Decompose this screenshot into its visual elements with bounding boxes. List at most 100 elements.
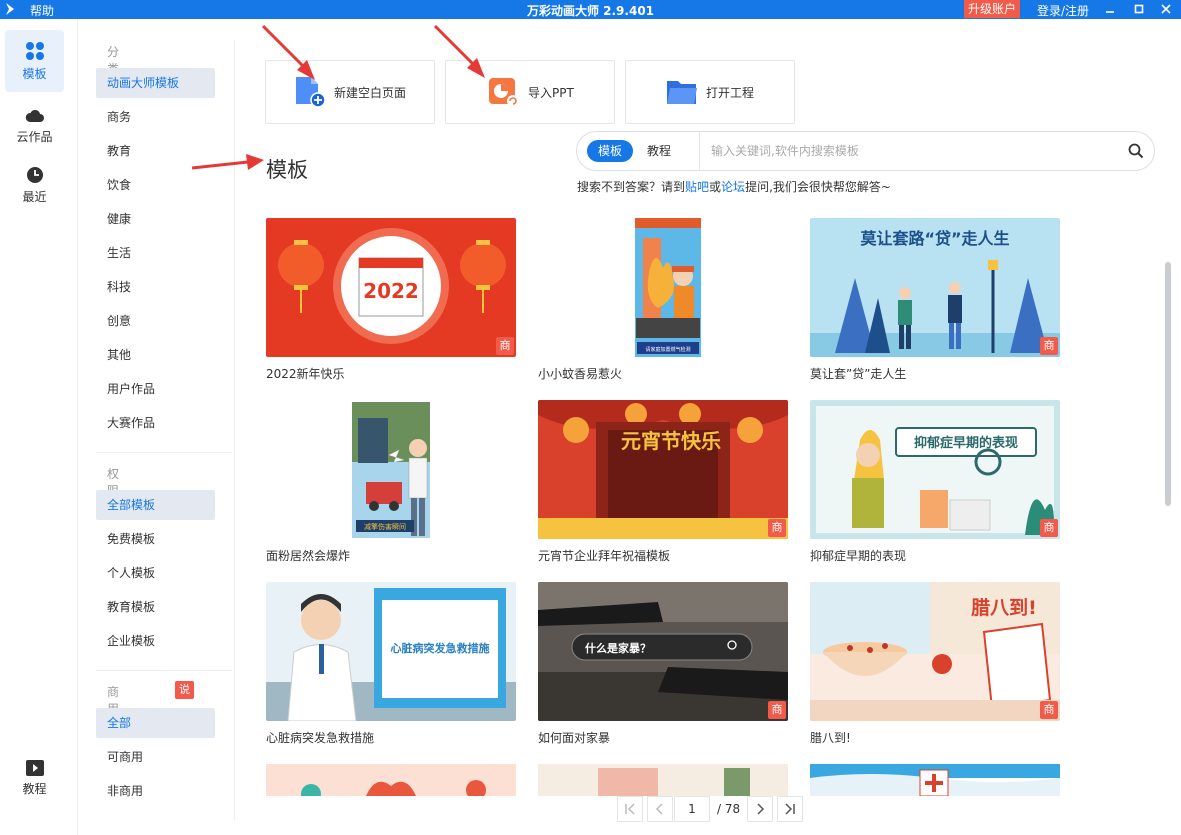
- clock-icon: [26, 166, 43, 183]
- new-blank-page-button[interactable]: 新建空白页面: [265, 60, 435, 124]
- category-item[interactable]: 用户作品: [96, 374, 215, 404]
- app-logo-icon: [6, 3, 14, 15]
- permission-item[interactable]: 免费模板: [96, 524, 215, 554]
- forum-link[interactable]: 论坛: [721, 180, 745, 194]
- template-card[interactable]: 什么是家暴？ 商 如何面对家暴: [538, 582, 788, 746]
- video-icon: [25, 759, 44, 776]
- search-bar: 模板 教程: [576, 131, 1155, 171]
- search-tab-tutorials[interactable]: 教程: [647, 140, 671, 162]
- new-document-icon: [296, 77, 326, 108]
- template-name: 面粉居然会爆炸: [266, 549, 351, 563]
- search-tab-templates[interactable]: 模板: [587, 140, 633, 162]
- template-thumbnail[interactable]: [810, 764, 1060, 796]
- help-menu[interactable]: 帮助: [30, 2, 54, 19]
- import-ppt-button[interactable]: 导入PPT: [445, 60, 615, 124]
- divider: [96, 670, 232, 671]
- commercial-item[interactable]: 全部: [96, 708, 215, 738]
- template-thumbnail[interactable]: 抑郁症早期的表现 商: [810, 400, 1060, 539]
- nav-cloud-works[interactable]: 云作品: [5, 95, 64, 157]
- template-card[interactable]: [266, 764, 516, 796]
- login-register-link[interactable]: 登录/注册: [1037, 2, 1089, 19]
- explain-badge[interactable]: 说明: [175, 681, 194, 714]
- upgrade-account-button[interactable]: 升级账户: [964, 0, 1021, 18]
- commercial-badge: 商: [768, 519, 786, 537]
- category-item[interactable]: 生活: [96, 238, 215, 268]
- category-item[interactable]: 教育: [96, 136, 215, 166]
- import-ppt-label: 导入PPT: [528, 85, 574, 100]
- template-name: 2022新年快乐: [266, 367, 345, 381]
- first-page-button[interactable]: [617, 796, 643, 822]
- template-thumbnail[interactable]: [266, 764, 516, 796]
- template-thumbnail[interactable]: 腊八到! 商: [810, 582, 1060, 721]
- template-card[interactable]: 莫让套路“贷”走人生 商 莫让套”贷”走人生: [810, 218, 1060, 382]
- category-item[interactable]: 其他: [96, 340, 215, 370]
- divider: [96, 452, 232, 453]
- left-nav: 模板 云作品 最近 教程: [0, 19, 78, 835]
- template-name: 心脏病突发急救措施: [266, 731, 375, 745]
- ppt-icon: [489, 78, 519, 107]
- thumb-title: 减擎伤害瞬间: [364, 522, 406, 531]
- thumb-title: 心脏病突发急救措施: [391, 641, 490, 655]
- permission-item[interactable]: 企业模板: [96, 626, 215, 656]
- template-card[interactable]: 元宵节快乐 商 元宵节企业拜年祝福模板: [538, 400, 788, 564]
- template-thumbnail[interactable]: 请家庭加置燃气检测: [538, 218, 788, 357]
- template-card[interactable]: [810, 764, 1060, 796]
- template-thumbnail[interactable]: 2022 商: [266, 218, 516, 357]
- template-thumbnail[interactable]: 什么是家暴？ 商: [538, 582, 788, 721]
- template-card[interactable]: 请家庭加置燃气检测 小小蚊香易惹火: [538, 218, 788, 382]
- template-thumbnail[interactable]: [538, 764, 788, 796]
- scrollbar-thumb[interactable]: [1165, 262, 1171, 506]
- commercial-item[interactable]: 非商用: [96, 776, 215, 806]
- folder-icon: [667, 81, 697, 104]
- nav-tutorial[interactable]: 教程: [5, 747, 64, 809]
- thumb-title: 腊八到!: [970, 597, 1037, 619]
- first-page-icon: [625, 803, 635, 815]
- template-card[interactable]: 腊八到! 商 腊八到!: [810, 582, 1060, 746]
- open-project-label: 打开工程: [706, 85, 755, 100]
- hint-text: 提问,我们会很快帮您解答~: [745, 180, 891, 194]
- thumb-title: 请家庭加置燃气检测: [645, 346, 690, 353]
- template-name: 莫让套”贷”走人生: [810, 367, 907, 381]
- thumb-title: 什么是家暴？: [585, 641, 651, 655]
- search-input[interactable]: [711, 139, 1111, 163]
- nav-templates[interactable]: 模板: [5, 30, 64, 92]
- category-item[interactable]: 商务: [96, 102, 215, 132]
- nav-recent[interactable]: 最近: [5, 154, 64, 216]
- total-pages: / 78: [717, 802, 741, 816]
- category-item[interactable]: 大赛作品: [96, 408, 215, 438]
- close-icon[interactable]: [1155, 0, 1177, 18]
- template-card[interactable]: [538, 764, 788, 796]
- category-item[interactable]: 动画大师模板: [96, 68, 215, 98]
- template-thumbnail[interactable]: 心脏病突发急救措施: [266, 582, 516, 721]
- tieba-link[interactable]: 贴吧: [685, 180, 709, 194]
- commercial-badge: 商: [496, 337, 514, 355]
- current-page-input[interactable]: 1: [674, 796, 710, 822]
- nav-recent-label: 最近: [22, 189, 47, 204]
- maximize-icon[interactable]: [1128, 0, 1150, 18]
- category-item[interactable]: 健康: [96, 204, 215, 234]
- category-item[interactable]: 创意: [96, 306, 215, 336]
- template-card[interactable]: 抑郁症早期的表现 商 抑郁症早期的表现: [810, 400, 1060, 564]
- permission-item[interactable]: 个人模板: [96, 558, 215, 588]
- search-icon[interactable]: [1128, 143, 1144, 159]
- template-card[interactable]: 2022 商 2022新年快乐: [266, 218, 516, 382]
- prev-page-button[interactable]: [647, 796, 673, 822]
- template-card[interactable]: 减擎伤害瞬间 面粉居然会爆炸: [266, 400, 516, 564]
- category-item[interactable]: 饮食: [96, 170, 215, 200]
- thumb-title: 2022: [363, 279, 419, 303]
- permission-item[interactable]: 教育模板: [96, 592, 215, 622]
- hint-text: 搜索不到答案？请到: [577, 180, 686, 194]
- last-page-button[interactable]: [777, 796, 803, 822]
- thumb-title: 莫让套路“贷”走人生: [859, 229, 1009, 248]
- template-thumbnail[interactable]: 莫让套路“贷”走人生 商: [810, 218, 1060, 357]
- category-item[interactable]: 科技: [96, 272, 215, 302]
- template-thumbnail[interactable]: 元宵节快乐 商: [538, 400, 788, 539]
- template-card[interactable]: 心脏病突发急救措施 心脏病突发急救措施: [266, 582, 516, 746]
- template-thumbnail[interactable]: 减擎伤害瞬间: [266, 400, 516, 539]
- next-page-button[interactable]: [747, 796, 773, 822]
- divider: [699, 132, 700, 170]
- minimize-icon[interactable]: [1099, 0, 1121, 18]
- open-project-button[interactable]: 打开工程: [625, 60, 795, 124]
- permission-item[interactable]: 全部模板: [96, 490, 215, 520]
- commercial-item[interactable]: 可商用: [96, 742, 215, 772]
